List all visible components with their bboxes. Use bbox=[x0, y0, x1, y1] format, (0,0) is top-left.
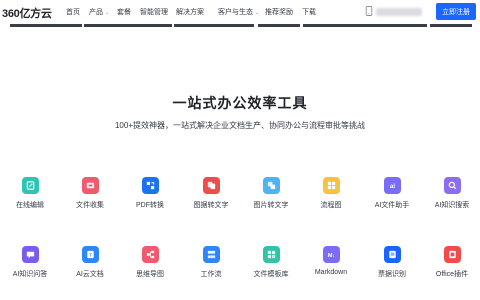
template-icon bbox=[262, 246, 280, 263]
nav-item-plans[interactable]: 套餐 bbox=[117, 7, 131, 17]
nav-item-home[interactable]: 首页 bbox=[66, 7, 80, 17]
tool-ocr[interactable]: 图据转文字 bbox=[179, 177, 243, 210]
tool-ai-qa[interactable]: AI知识问答 bbox=[0, 246, 62, 279]
ai-file-icon: ai bbox=[383, 177, 401, 194]
office-icon bbox=[443, 246, 461, 263]
nav-item-customers[interactable]: 客户与生态 ⌄ bbox=[218, 7, 259, 17]
nav-item-label: 智能管理 bbox=[140, 9, 168, 16]
ai-doc-icon: T bbox=[81, 246, 99, 263]
tool-file-collect[interactable]: 文件收集 bbox=[58, 177, 122, 210]
tool-label: 图据转文字 bbox=[193, 202, 229, 209]
flowchart-icon bbox=[322, 177, 340, 194]
nav-item-label: 推荐奖励 bbox=[265, 9, 293, 16]
ai-qa-icon bbox=[21, 246, 39, 263]
nav-item-label: 首页 bbox=[66, 9, 80, 16]
banner-image[interactable] bbox=[84, 24, 172, 27]
tool-workflow[interactable]: 工作流 bbox=[179, 246, 243, 279]
tool-label: 图片转文字 bbox=[253, 202, 289, 209]
nav-item-referral[interactable]: 推荐奖励 bbox=[265, 7, 293, 17]
nav-item-label: 客户与生态 bbox=[218, 9, 253, 16]
markdown-icon: M↓ bbox=[322, 246, 340, 263]
banner-image[interactable] bbox=[10, 24, 82, 27]
nav-item-solutions[interactable]: 解决方案 bbox=[176, 7, 204, 17]
tool-label: 工作流 bbox=[200, 271, 222, 278]
banner-image[interactable] bbox=[303, 24, 427, 27]
tool-ai-file-assistant[interactable]: ai AI文件助手 bbox=[360, 177, 424, 210]
section-subtitle: 100+提效神器，一站式解决企业文档生产、协同办公与流程审批等挑战 bbox=[114, 121, 366, 130]
tool-label: 票据识别 bbox=[378, 271, 406, 278]
phone-icon bbox=[365, 6, 373, 16]
tool-ai-cloud-doc[interactable]: T AI云文档 bbox=[58, 246, 122, 279]
banner-image[interactable] bbox=[430, 24, 472, 27]
tool-template-library[interactable]: 文件模板库 bbox=[239, 246, 303, 279]
top-nav: 360亿方云 首页 产品 ⌄ 套餐 智能管理 解决方案 客户与生态 ⌄ 推荐奖励 下… bbox=[0, 0, 480, 24]
tool-markdown[interactable]: M↓ Markdown bbox=[299, 246, 363, 276]
collect-icon bbox=[81, 177, 99, 194]
tool-pdf-convert[interactable]: PDF转换 bbox=[118, 177, 182, 210]
nav-item-download[interactable]: 下载 bbox=[302, 7, 316, 17]
tool-image-to-text[interactable]: 图片转文字 bbox=[239, 177, 303, 210]
register-button[interactable]: 立即注册 bbox=[436, 3, 476, 20]
workflow-icon bbox=[202, 246, 220, 263]
chevron-down-icon: ⌄ bbox=[255, 10, 260, 16]
edit-icon bbox=[21, 177, 39, 194]
chevron-down-icon: ⌄ bbox=[105, 10, 110, 16]
phone-number-blurred bbox=[376, 8, 422, 16]
tool-online-edit[interactable]: 在线编辑 bbox=[0, 177, 62, 210]
tool-label: 文件模板库 bbox=[253, 271, 289, 278]
nav-item-label: 解决方案 bbox=[176, 9, 204, 16]
invoice-icon bbox=[383, 246, 401, 263]
nav-item-label: 产品 bbox=[89, 9, 103, 16]
image-text-icon bbox=[262, 177, 280, 194]
tool-label: PDF转换 bbox=[136, 202, 164, 209]
tool-label: AI文件助手 bbox=[374, 202, 410, 209]
tool-label: 在线编辑 bbox=[16, 202, 44, 209]
tool-label: Office插件 bbox=[435, 271, 469, 278]
tool-flowchart[interactable]: 流程图 bbox=[299, 177, 363, 210]
tool-mind-map[interactable]: 思维导图 bbox=[118, 246, 182, 279]
tool-label: 流程图 bbox=[320, 202, 342, 209]
nav-item-smart-management[interactable]: 智能管理 bbox=[140, 7, 168, 17]
nav-item-label: 下载 bbox=[302, 9, 316, 16]
svg-text:M↓: M↓ bbox=[327, 253, 335, 259]
tool-ai-knowledge-search[interactable]: AI知识搜索 bbox=[420, 177, 480, 210]
section-title: 一站式办公效率工具 bbox=[172, 95, 308, 111]
banner-image[interactable] bbox=[174, 24, 254, 27]
tool-label: Markdown bbox=[314, 269, 348, 276]
tool-label: AI知识搜索 bbox=[434, 202, 470, 209]
svg-text:ai: ai bbox=[390, 184, 395, 190]
tool-label: AI云文档 bbox=[76, 271, 104, 278]
tool-label: 思维导图 bbox=[136, 271, 164, 278]
banner-image[interactable] bbox=[258, 24, 300, 27]
nav-item-label: 套餐 bbox=[117, 9, 131, 16]
ai-search-icon bbox=[443, 177, 461, 194]
mindmap-icon bbox=[141, 246, 159, 263]
tool-office-plugin[interactable]: Office插件 bbox=[420, 246, 480, 279]
nav-item-products[interactable]: 产品 ⌄ bbox=[89, 7, 109, 17]
tool-label: AI知识问答 bbox=[12, 271, 48, 278]
logo[interactable]: 360亿方云 bbox=[2, 5, 52, 21]
ocr-icon bbox=[202, 177, 220, 194]
tool-label: 文件收集 bbox=[76, 202, 104, 209]
tool-invoice-recognition[interactable]: 票据识别 bbox=[360, 246, 424, 279]
pdf-convert-icon bbox=[141, 177, 159, 194]
